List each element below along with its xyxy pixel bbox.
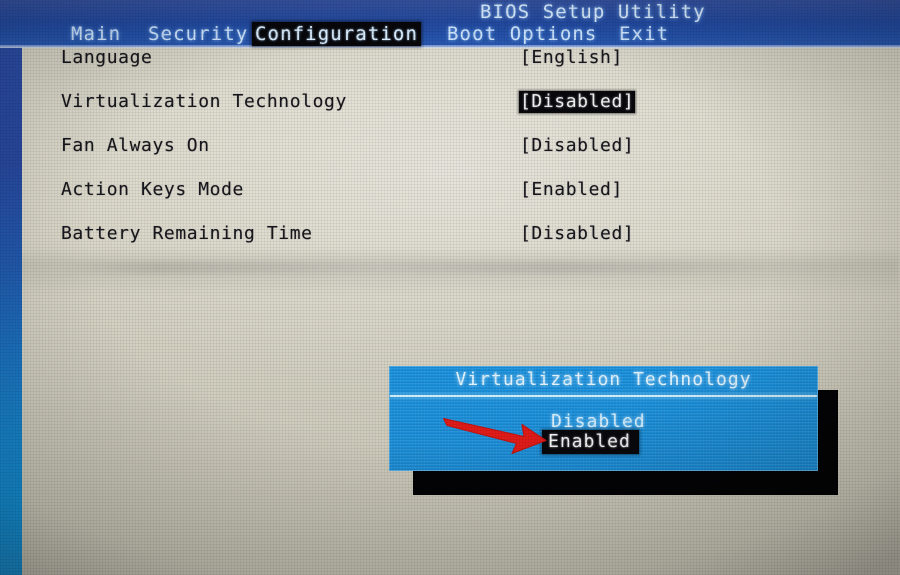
setting-label: Battery Remaining Time (61, 223, 313, 244)
setting-value[interactable]: [English] (519, 47, 624, 69)
setting-value[interactable]: [Disabled] (519, 223, 635, 245)
setting-row-virtualization-technology[interactable]: Virtualization Technology [Disabled] (0, 69, 900, 113)
screen-smudge-streak (60, 262, 860, 274)
setting-row-fan-always-on[interactable]: Fan Always On [Disabled] (0, 91, 900, 156)
menu-tabbar: Main Security Configuration Boot Options… (0, 22, 900, 47)
setting-row-battery-remaining-time[interactable]: Battery Remaining Time [Disabled] (0, 135, 900, 244)
settings-list: Language [English] Virtualization Techno… (0, 47, 900, 244)
setting-value[interactable]: [Enabled] (519, 179, 624, 201)
setting-label: Action Keys Mode (61, 179, 244, 200)
dialog-option-enabled[interactable]: Enabled (542, 430, 639, 454)
setting-label: Language (61, 47, 153, 68)
bios-setup-screen: BIOS Setup Utility Main Security Configu… (0, 0, 900, 575)
tab-security[interactable]: Security (145, 22, 251, 46)
setting-row-language[interactable]: Language [English] (0, 47, 900, 69)
tab-configuration[interactable]: Configuration (252, 22, 422, 46)
setting-row-action-keys-mode[interactable]: Action Keys Mode [Enabled] (0, 113, 900, 200)
dialog-title-separator (390, 395, 817, 397)
tab-main[interactable]: Main (68, 22, 124, 46)
tab-exit[interactable]: Exit (616, 22, 672, 46)
tab-boot-options[interactable]: Boot Options (444, 22, 600, 46)
dialog-title: Virtualization Technology (455, 369, 752, 390)
page-title: BIOS Setup Utility (480, 1, 706, 23)
